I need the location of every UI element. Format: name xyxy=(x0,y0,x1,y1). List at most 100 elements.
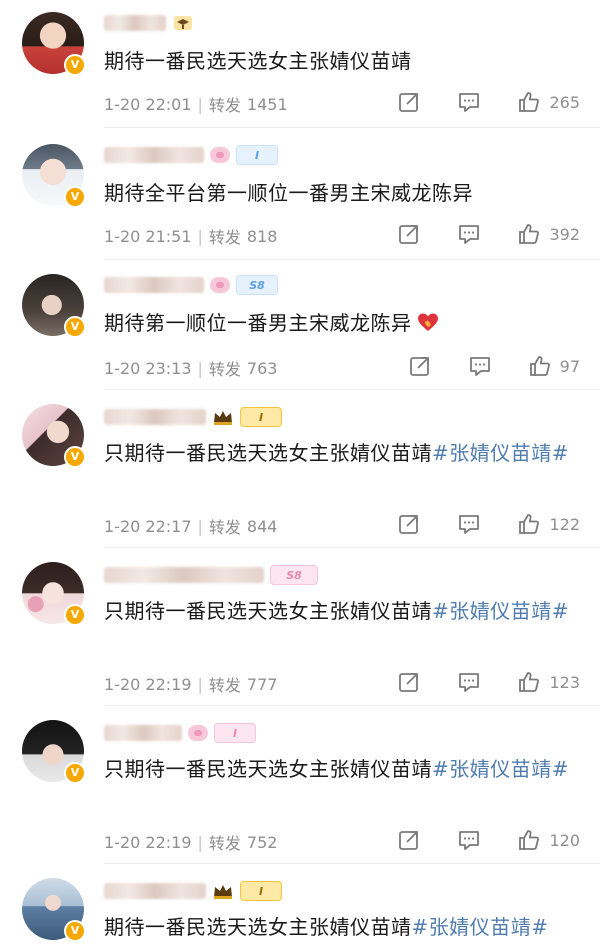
share-icon[interactable] xyxy=(397,512,421,536)
timestamp: 1-20 22:19 xyxy=(104,674,192,694)
timestamp: 1-20 22:19 xyxy=(104,832,192,852)
thumbs-up-icon[interactable] xyxy=(517,90,541,114)
avatar[interactable]: V xyxy=(22,144,86,208)
share-icon[interactable] xyxy=(397,670,421,694)
verified-v-icon: V xyxy=(64,54,86,76)
crown-icon xyxy=(214,885,232,899)
comment-text: 期待第一顺位一番男主宋威龙陈异 xyxy=(104,306,574,340)
avatar[interactable]: V xyxy=(22,404,86,468)
username[interactable] xyxy=(104,12,194,34)
thumbs-up-icon[interactable] xyxy=(528,354,552,378)
comment-item: V S8 期待第一顺位一番男主宋威龙陈异 1-20 23:13 | 转发 763 xyxy=(0,260,600,390)
comment-meta: 1-20 23:13 | 转发 763 xyxy=(104,356,277,380)
comment-icon[interactable] xyxy=(457,828,481,852)
like-count: 123 xyxy=(549,672,580,692)
action-bar: 97 xyxy=(408,354,580,378)
comment-meta: 1-20 22:19 | 转发 752 xyxy=(104,830,277,854)
avatar[interactable]: V xyxy=(22,878,86,942)
verified-v-icon: V xyxy=(64,604,86,626)
verified-v-icon: V xyxy=(64,316,86,338)
comment-item: V I 期待一番民选天选女主张婧仪苗靖#张婧仪苗靖# xyxy=(0,864,600,948)
blurred-username xyxy=(104,147,204,163)
username[interactable]: I xyxy=(104,144,278,166)
thumbs-up-icon[interactable] xyxy=(517,512,541,536)
comment-icon[interactable] xyxy=(457,670,481,694)
timestamp: 1-20 22:17 xyxy=(104,516,192,536)
avatar[interactable]: V xyxy=(22,720,86,784)
username[interactable]: I xyxy=(104,722,256,744)
avatar[interactable]: V xyxy=(22,562,86,626)
like-count: 265 xyxy=(549,92,580,112)
verified-v-icon: V xyxy=(64,920,86,942)
repost-count: 752 xyxy=(246,832,278,852)
share-icon[interactable] xyxy=(397,222,421,246)
comment-text: 只期待一番民选天选女主张婧仪苗靖#张婧仪苗靖# xyxy=(104,757,570,781)
repost-label: 转发 xyxy=(208,228,241,247)
crown-icon xyxy=(214,411,232,425)
username[interactable]: S8 xyxy=(104,274,278,296)
blurred-username xyxy=(104,409,206,425)
timestamp: 1-20 21:51 xyxy=(104,226,192,246)
blurred-username xyxy=(104,15,166,31)
fan-badge: I xyxy=(240,407,282,427)
comment-item: V I 只期待一番民选天选女主张婧仪苗靖#张婧仪苗靖# 1-20 22:17 |… xyxy=(0,390,600,548)
fan-badge: S8 xyxy=(236,275,278,295)
hashtag-link[interactable]: #张婧仪苗靖# xyxy=(432,441,569,465)
username[interactable]: I xyxy=(104,406,282,428)
comment-item: V I 期待全平台第一顺位一番男主宋威龙陈异 1-20 21:51 | 转发 8… xyxy=(0,128,600,260)
share-icon[interactable] xyxy=(397,828,421,852)
blurred-username xyxy=(104,725,182,741)
repost-label: 转发 xyxy=(208,360,241,379)
username[interactable]: S8 xyxy=(104,564,318,586)
comment-text: 只期待一番民选天选女主张婧仪苗靖#张婧仪苗靖# xyxy=(104,599,570,623)
like-count: 392 xyxy=(549,224,580,244)
burning-heart-icon xyxy=(417,313,438,331)
comment-meta: 1-20 22:01 | 转发 1451 xyxy=(104,92,288,116)
comment-meta: 1-20 22:19 | 转发 777 xyxy=(104,672,277,696)
repost-count: 763 xyxy=(246,358,278,378)
comment-meta: 1-20 21:51 | 转发 818 xyxy=(104,224,277,248)
repost-label: 转发 xyxy=(208,676,241,695)
comment-text: 期待全平台第一顺位一番男主宋威龙陈异 xyxy=(104,181,473,205)
comment-meta: 1-20 22:17 | 转发 844 xyxy=(104,514,277,538)
avatar[interactable]: V xyxy=(22,12,86,76)
thumbs-up-icon[interactable] xyxy=(517,222,541,246)
hashtag-link[interactable]: #张婧仪苗靖# xyxy=(412,915,549,939)
comment-icon[interactable] xyxy=(457,222,481,246)
avatar[interactable]: V xyxy=(22,274,86,338)
action-bar: 122 xyxy=(397,512,580,536)
comment-item: V S8 只期待一番民选天选女主张婧仪苗靖#张婧仪苗靖# 1-20 22:19 … xyxy=(0,548,600,706)
graduation-hat-icon xyxy=(174,16,192,30)
repost-label: 转发 xyxy=(208,834,241,853)
hashtag-link[interactable]: #张婧仪苗靖# xyxy=(432,599,569,623)
like-count: 120 xyxy=(549,830,580,850)
action-bar: 120 xyxy=(397,828,580,852)
share-icon[interactable] xyxy=(408,354,432,378)
repost-label: 转发 xyxy=(208,518,241,537)
username[interactable]: I xyxy=(104,880,282,902)
repost-count: 844 xyxy=(246,516,278,536)
repost-count: 777 xyxy=(246,674,278,694)
fan-badge: S8 xyxy=(270,565,318,585)
action-bar: 392 xyxy=(397,222,580,246)
comment-text: 只期待一番民选天选女主张婧仪苗靖#张婧仪苗靖# xyxy=(104,441,570,465)
repost-count: 1451 xyxy=(246,94,288,114)
thumbs-up-icon[interactable] xyxy=(517,670,541,694)
timestamp: 1-20 22:01 xyxy=(104,94,192,114)
hashtag-link[interactable]: #张婧仪苗靖# xyxy=(432,757,569,781)
verified-v-icon: V xyxy=(64,446,86,468)
verified-v-icon: V xyxy=(64,762,86,784)
action-bar: 265 xyxy=(397,90,580,114)
comment-item: V 期待一番民选天选女主张婧仪苗靖 1-20 22:01 | 转发 1451 2… xyxy=(0,0,600,128)
fan-badge: I xyxy=(236,145,278,165)
pig-icon xyxy=(210,277,230,293)
repost-count: 818 xyxy=(246,226,278,246)
comment-item: V I 只期待一番民选天选女主张婧仪苗靖#张婧仪苗靖# 1-20 22:19 |… xyxy=(0,706,600,864)
comment-text: 期待一番民选天选女主张婧仪苗靖#张婧仪苗靖# xyxy=(104,915,549,939)
share-icon[interactable] xyxy=(397,90,421,114)
repost-label: 转发 xyxy=(208,96,241,115)
thumbs-up-icon[interactable] xyxy=(517,828,541,852)
comment-icon[interactable] xyxy=(457,90,481,114)
comment-icon[interactable] xyxy=(457,512,481,536)
comment-icon[interactable] xyxy=(468,354,492,378)
